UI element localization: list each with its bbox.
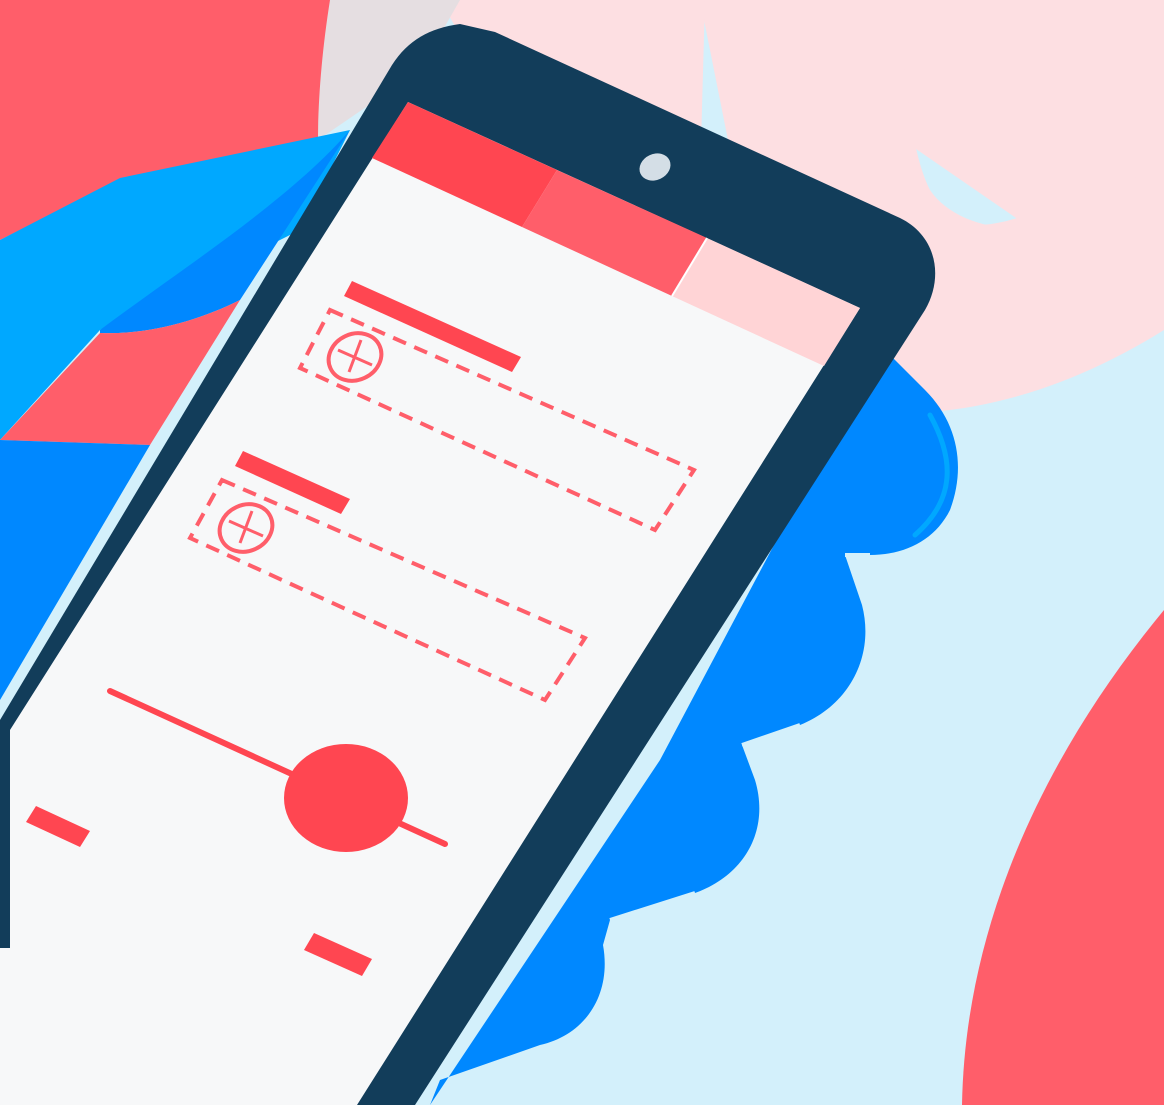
hand-holding-phone-illustration xyxy=(0,0,1164,1105)
slider-thumb[interactable] xyxy=(284,744,408,852)
illustration-canvas xyxy=(0,0,1164,1105)
